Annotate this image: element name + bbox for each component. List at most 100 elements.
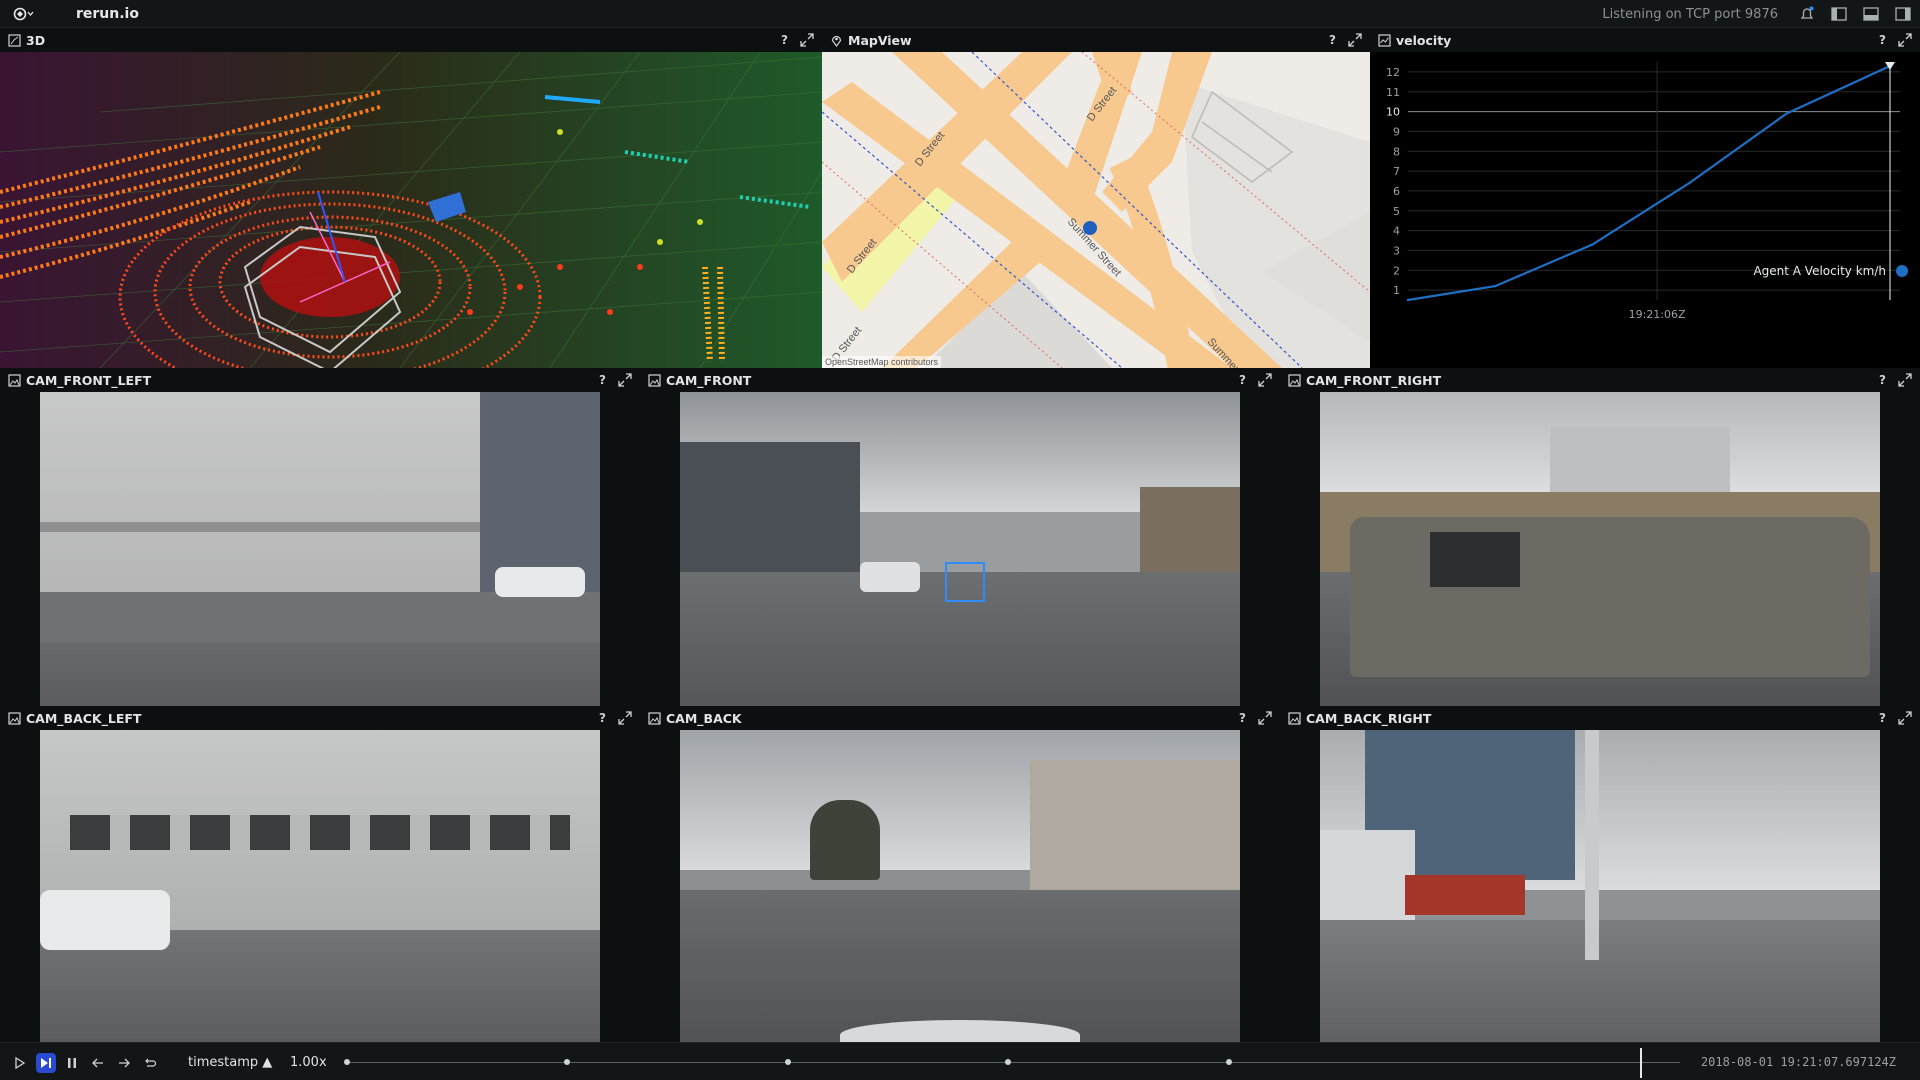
- panel-header: velocity ?: [1370, 28, 1920, 52]
- camera-viewport[interactable]: [1280, 392, 1920, 706]
- map-canvas[interactable]: D Street D Street D Street D Street Summ…: [822, 52, 1370, 368]
- arrow-right-icon: [119, 1058, 130, 1068]
- panel-title: CAM_BACK: [666, 710, 742, 726]
- data-point: [1591, 243, 1594, 246]
- velocity-panel: velocity ? 12345678910111219:21:06Z19:21…: [1370, 28, 1920, 368]
- panel-title: CAM_FRONT_LEFT: [26, 372, 152, 388]
- data-point: [1406, 298, 1410, 302]
- follow-icon: [41, 1058, 51, 1068]
- lidar-scene: [0, 52, 822, 368]
- toggle-bottom-panel-icon[interactable]: [1862, 5, 1880, 23]
- rerun-menu-button[interactable]: [12, 6, 48, 22]
- map-pin-icon: [831, 35, 842, 47]
- maximize-icon[interactable]: [618, 373, 632, 387]
- camera-image: [1320, 392, 1880, 706]
- help-button[interactable]: ?: [1879, 711, 1886, 725]
- arrow-left-icon: [92, 1058, 103, 1068]
- maximize-icon[interactable]: [1898, 373, 1912, 387]
- velocity-plot[interactable]: 12345678910111219:21:06Z19:21:07ZAgent A…: [1370, 52, 1920, 368]
- 3d-view-icon: [8, 33, 21, 47]
- connection-status: Listening on TCP port 9876: [1602, 6, 1778, 22]
- y-tick-label: 4: [1393, 225, 1400, 238]
- cam-back-right-panel: CAM_BACK_RIGHT ?: [1280, 706, 1920, 1042]
- timeline-tick: [784, 1059, 791, 1065]
- camera-viewport[interactable]: [640, 730, 1280, 1042]
- panel-title: CAM_BACK_LEFT: [26, 710, 142, 726]
- playback-speed[interactable]: 1.00x: [290, 1055, 327, 1070]
- map-attribution[interactable]: OpenStreetMap contributors: [822, 356, 942, 368]
- maximize-icon[interactable]: [1898, 33, 1912, 47]
- step-back-button[interactable]: [88, 1053, 108, 1073]
- panel-header: CAM_FRONT ?: [640, 368, 1280, 392]
- cam-back-panel: CAM_BACK ?: [640, 706, 1280, 1042]
- cam-front-right-panel: CAM_FRONT_RIGHT ?: [1280, 368, 1920, 706]
- cam-front-panel: CAM_FRONT ?: [640, 368, 1280, 706]
- camera-viewport[interactable]: [0, 730, 640, 1042]
- image-view-icon: [648, 711, 661, 725]
- timeline-selector[interactable]: timestamp ▲: [188, 1055, 272, 1070]
- loop-button[interactable]: [140, 1053, 160, 1073]
- data-point: [1688, 181, 1691, 185]
- y-tick-label: 12: [1386, 66, 1400, 79]
- help-button[interactable]: ?: [599, 373, 606, 387]
- legend-label: Agent A Velocity km/h: [1753, 264, 1886, 278]
- image-view-icon: [648, 373, 661, 387]
- loop-icon: [145, 1058, 156, 1067]
- y-tick-label: 1: [1393, 284, 1400, 297]
- pause-button[interactable]: [62, 1053, 82, 1073]
- camera-image: [680, 392, 1240, 706]
- help-button[interactable]: ?: [1329, 33, 1336, 47]
- panel-header: CAM_FRONT_RIGHT ?: [1280, 368, 1920, 392]
- 3d-viewport[interactable]: [0, 52, 822, 368]
- camera-viewport[interactable]: [640, 392, 1280, 706]
- help-button[interactable]: ?: [599, 711, 606, 725]
- panel-title: CAM_FRONT_RIGHT: [1306, 372, 1442, 388]
- step-forward-button[interactable]: [114, 1053, 134, 1073]
- follow-button[interactable]: [36, 1053, 56, 1073]
- timeline-tick: [1005, 1059, 1012, 1065]
- maximize-icon[interactable]: [1348, 33, 1362, 47]
- app-name: rerun.io: [76, 5, 139, 22]
- timeline-tick: [1225, 1059, 1232, 1065]
- y-tick-label: 8: [1393, 145, 1400, 158]
- play-button[interactable]: [10, 1053, 30, 1073]
- pause-icon: [68, 1058, 76, 1068]
- map-view-panel: MapView ? D Street D Street D Street D S…: [822, 28, 1370, 368]
- timeline-track[interactable]: [344, 1048, 1680, 1078]
- maximize-icon[interactable]: [618, 711, 632, 725]
- maximize-icon[interactable]: [1258, 373, 1272, 387]
- help-button[interactable]: ?: [1879, 33, 1886, 47]
- map-tiles: D Street D Street D Street D Street Summ…: [822, 52, 1370, 368]
- panel-title: 3D: [26, 32, 46, 48]
- help-button[interactable]: ?: [1879, 373, 1886, 387]
- x-tick-label: 19:21:06Z: [1629, 308, 1686, 321]
- panel-title: velocity: [1396, 32, 1452, 48]
- toggle-right-panel-icon[interactable]: [1894, 5, 1912, 23]
- timeline-tick: [564, 1059, 571, 1065]
- panel-header: MapView ?: [822, 28, 1370, 52]
- rerun-logo-icon: [13, 7, 34, 20]
- maximize-icon[interactable]: [800, 33, 814, 47]
- y-tick-label: 7: [1393, 165, 1400, 178]
- camera-image: [1320, 730, 1880, 1042]
- timeline-name: timestamp: [188, 1055, 259, 1070]
- velocity-chart: 12345678910111219:21:06Z19:21:07ZAgent A…: [1386, 62, 1908, 321]
- top-bar: rerun.io Listening on TCP port 9876: [0, 0, 1920, 28]
- camera-viewport[interactable]: [1280, 730, 1920, 1042]
- help-button[interactable]: ?: [1239, 373, 1246, 387]
- panel-header: 3D ?: [0, 28, 822, 52]
- camera-viewport[interactable]: [0, 392, 640, 706]
- image-view-icon: [8, 711, 21, 725]
- time-cursor[interactable]: [1639, 1048, 1642, 1078]
- y-tick-label: 3: [1393, 244, 1400, 257]
- panel-header: CAM_BACK_RIGHT ?: [1280, 706, 1920, 730]
- maximize-icon[interactable]: [1898, 711, 1912, 725]
- image-view-icon: [1288, 373, 1301, 387]
- notifications-icon[interactable]: [1798, 5, 1816, 23]
- maximize-icon[interactable]: [1258, 711, 1272, 725]
- toggle-left-panel-icon[interactable]: [1830, 5, 1848, 23]
- timeline-bar: timestamp ▲ 1.00x 2018-08-01 19:21:07.69…: [0, 1042, 1920, 1080]
- help-button[interactable]: ?: [1239, 711, 1246, 725]
- panel-title: CAM_BACK_RIGHT: [1306, 710, 1432, 726]
- help-button[interactable]: ?: [781, 33, 788, 47]
